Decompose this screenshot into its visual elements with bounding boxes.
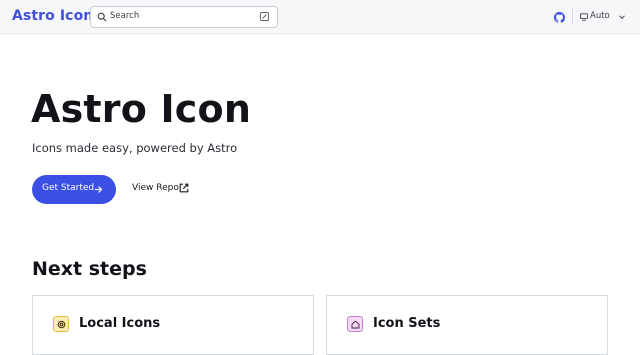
github-icon[interactable] [554, 12, 565, 23]
search-placeholder: Search [110, 11, 140, 21]
hero-tagline: Icons made easy, powered by Astro [32, 141, 238, 155]
next-steps-heading: Next steps [32, 258, 147, 280]
search-icon [97, 12, 107, 22]
get-started-label: Get Started [42, 183, 95, 193]
card-icon-badge [53, 316, 69, 332]
circle-icon [57, 320, 66, 329]
theme-select-value: Auto [590, 11, 610, 21]
keyboard-shortcut-icon [260, 12, 269, 21]
card-icon-badge [347, 316, 363, 332]
arrow-right-icon [95, 186, 103, 193]
site-brand-link[interactable]: Astro Icon [12, 8, 93, 24]
chevron-down-icon [619, 15, 625, 20]
hero-title: Astro Icon [31, 87, 252, 131]
card-title: Local Icons [79, 316, 161, 331]
search-box[interactable]: Search [90, 6, 278, 28]
header-divider [572, 9, 573, 25]
external-link-icon [179, 183, 189, 193]
card-local-icons[interactable]: Local Icons [32, 295, 314, 355]
top-bar: Astro Icon Search Auto [0, 0, 640, 34]
get-started-button[interactable]: Get Started [32, 175, 116, 204]
monitor-icon [580, 13, 588, 21]
card-icon-sets[interactable]: Icon Sets [326, 295, 608, 355]
home-icon [351, 320, 360, 329]
view-repo-label: View Repo [132, 183, 179, 193]
card-title: Icon Sets [373, 316, 441, 331]
